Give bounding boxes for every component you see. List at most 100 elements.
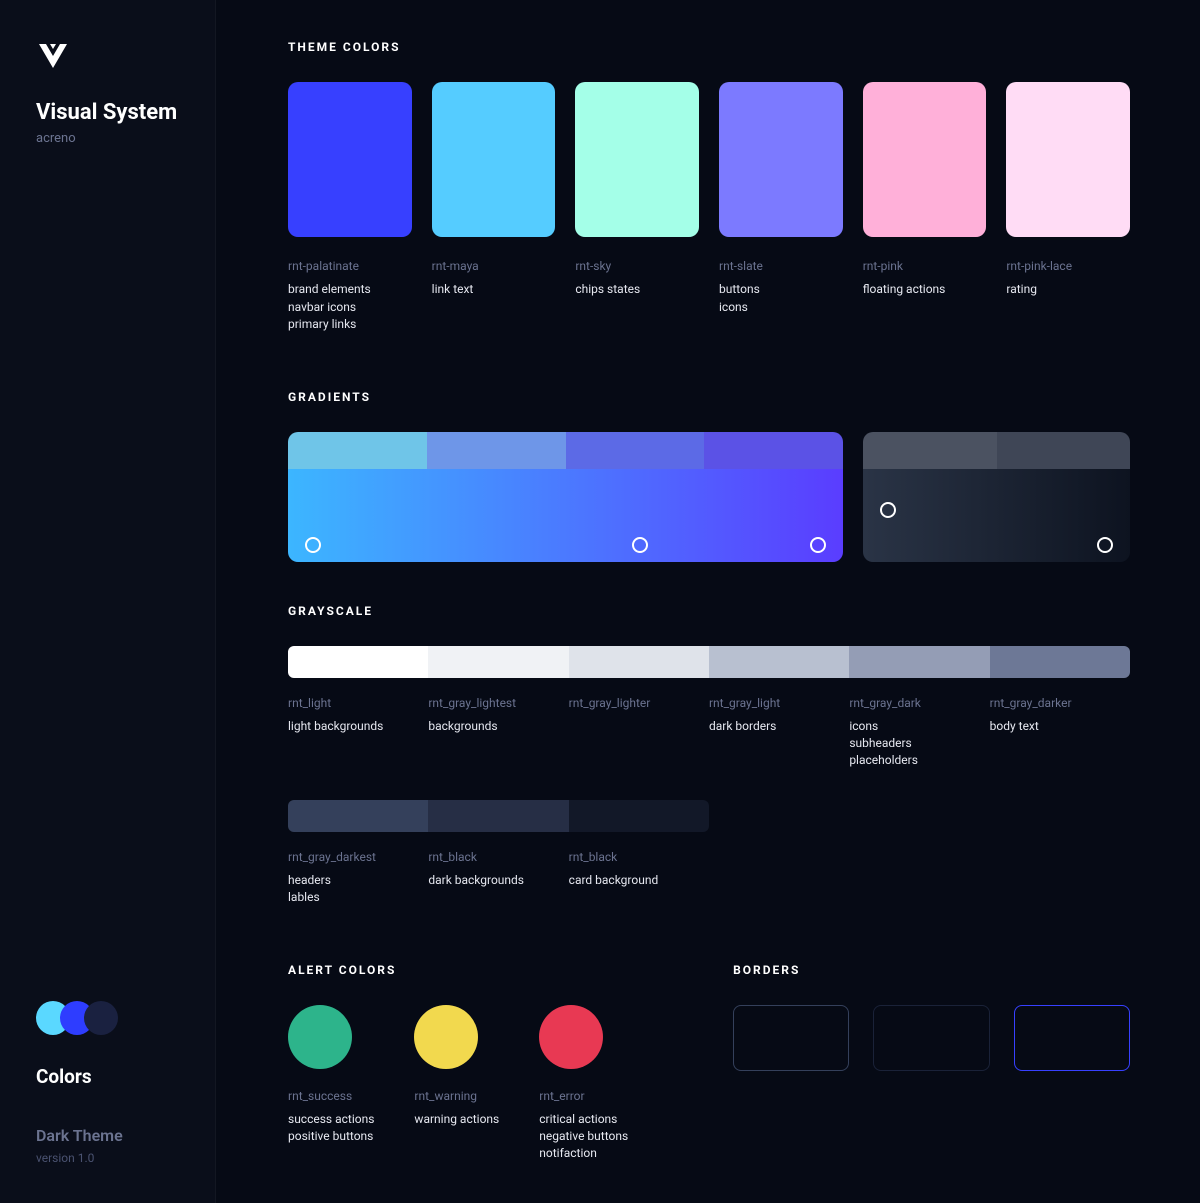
color-name: rnt_black bbox=[428, 850, 558, 864]
gray-label: rnt_black dark backgrounds bbox=[428, 850, 568, 907]
color-card: rnt-slate buttonsicons bbox=[719, 82, 843, 334]
gray-label: rnt_gray_lightest backgrounds bbox=[428, 696, 568, 770]
section-title-gradients: GRADIENTS bbox=[288, 390, 1130, 404]
main-content: THEME COLORS rnt-palatinate brand elemen… bbox=[216, 0, 1200, 1203]
theme-colors-row: rnt-palatinate brand elementsnavbar icon… bbox=[288, 82, 1130, 334]
borders-row bbox=[733, 1005, 1130, 1071]
color-card: rnt-pink floating actions bbox=[863, 82, 987, 334]
color-swatch bbox=[575, 82, 699, 237]
color-usage: dark backgrounds bbox=[428, 872, 558, 889]
color-usage: card background bbox=[569, 872, 699, 889]
alert-swatch bbox=[288, 1005, 352, 1069]
gray-swatch bbox=[288, 800, 428, 832]
color-name: rnt-pink bbox=[863, 259, 987, 273]
color-name: rnt-palatinate bbox=[288, 259, 412, 273]
gray-swatch bbox=[990, 646, 1130, 678]
grayscale-row2 bbox=[288, 800, 709, 832]
color-name: rnt_error bbox=[539, 1089, 628, 1103]
color-usage: link text bbox=[432, 281, 556, 298]
gradient-stop[interactable] bbox=[305, 537, 321, 553]
color-card: rnt-maya link text bbox=[432, 82, 556, 334]
color-usage: buttonsicons bbox=[719, 281, 843, 316]
gray-swatch bbox=[709, 646, 849, 678]
color-name: rnt-sky bbox=[575, 259, 699, 273]
section-title-borders: BORDERS bbox=[733, 963, 1130, 977]
gray-label: rnt_gray_light dark borders bbox=[709, 696, 849, 770]
color-usage: chips states bbox=[575, 281, 699, 298]
gray-label: rnt_gray_dark iconssubheadersplaceholder… bbox=[849, 696, 989, 770]
gray-swatch bbox=[569, 646, 709, 678]
gradient-stop[interactable] bbox=[632, 537, 648, 553]
color-name: rnt_black bbox=[569, 850, 699, 864]
color-name: rnt_gray_lightest bbox=[428, 696, 558, 710]
color-name: rnt_gray_lighter bbox=[569, 696, 699, 710]
color-usage: critical actionsnegative buttonsnotifact… bbox=[539, 1111, 628, 1163]
alert-swatch bbox=[539, 1005, 603, 1069]
color-usage: backgrounds bbox=[428, 718, 558, 735]
color-name: rnt-maya bbox=[432, 259, 556, 273]
gradient-big bbox=[288, 432, 843, 562]
grayscale-row bbox=[288, 646, 1130, 678]
color-usage: iconssubheadersplaceholders bbox=[849, 718, 979, 770]
gray-label: rnt_gray_darker body text bbox=[990, 696, 1130, 770]
grayscale-labels: rnt_light light backgroundsrnt_gray_ligh… bbox=[288, 696, 1130, 770]
color-swatch bbox=[863, 82, 987, 237]
gray-label: rnt_black card background bbox=[569, 850, 709, 907]
sidebar: Visual System acreno Colors Dark Theme v… bbox=[0, 0, 216, 1203]
gradients-row bbox=[288, 432, 1130, 562]
gradient-small bbox=[863, 432, 1130, 562]
color-usage: success actionspositive buttons bbox=[288, 1111, 374, 1146]
gradient-stop[interactable] bbox=[880, 502, 896, 518]
sidebar-title: Visual System bbox=[36, 100, 179, 125]
gray-label: rnt_light light backgrounds bbox=[288, 696, 428, 770]
color-usage: warning actions bbox=[414, 1111, 499, 1128]
sidebar-subtitle: acreno bbox=[36, 131, 179, 146]
color-name: rnt-slate bbox=[719, 259, 843, 273]
alert-colors-row: rnt_success success actionspositive butt… bbox=[288, 1005, 653, 1163]
section-title-theme: THEME COLORS bbox=[288, 40, 1130, 54]
color-swatch bbox=[1006, 82, 1130, 237]
color-usage: floating actions bbox=[863, 281, 987, 298]
gradient-stop[interactable] bbox=[810, 537, 826, 553]
color-name: rnt-pink-lace bbox=[1006, 259, 1130, 273]
gray-swatch bbox=[428, 646, 568, 678]
gray-swatch bbox=[569, 800, 709, 832]
gradient-stop[interactable] bbox=[1097, 537, 1113, 553]
gray-label: rnt_gray_darkest headerslables bbox=[288, 850, 428, 907]
color-name: rnt_gray_darker bbox=[990, 696, 1120, 710]
gray-label: rnt_gray_lighter bbox=[569, 696, 709, 770]
alert-card: rnt_success success actionspositive butt… bbox=[288, 1005, 374, 1163]
section-title-grayscale: GRAYSCALE bbox=[288, 604, 1130, 618]
alert-swatch bbox=[414, 1005, 478, 1069]
color-usage: headerslables bbox=[288, 872, 418, 907]
color-preview-circles bbox=[36, 1001, 179, 1035]
version-label: version 1.0 bbox=[36, 1151, 179, 1165]
grayscale-labels2: rnt_gray_darkest headerslablesrnt_black … bbox=[288, 850, 709, 907]
preview-circle bbox=[84, 1001, 118, 1035]
color-card: rnt-palatinate brand elementsnavbar icon… bbox=[288, 82, 412, 334]
color-usage: body text bbox=[990, 718, 1120, 735]
alert-card: rnt_warning warning actions bbox=[414, 1005, 499, 1163]
color-usage: dark borders bbox=[709, 718, 839, 735]
color-card: rnt-sky chips states bbox=[575, 82, 699, 334]
color-swatch bbox=[288, 82, 412, 237]
color-usage: light backgrounds bbox=[288, 718, 418, 735]
border-sample bbox=[733, 1005, 849, 1071]
color-name: rnt_gray_darkest bbox=[288, 850, 418, 864]
color-name: rnt_warning bbox=[414, 1089, 499, 1103]
border-sample bbox=[873, 1005, 989, 1071]
color-name: rnt_light bbox=[288, 696, 418, 710]
section-title-alerts: ALERT COLORS bbox=[288, 963, 653, 977]
alert-card: rnt_error critical actionsnegative butto… bbox=[539, 1005, 628, 1163]
sidebar-section-title: Colors bbox=[36, 1065, 179, 1088]
color-usage: rating bbox=[1006, 281, 1130, 298]
color-card: rnt-pink-lace rating bbox=[1006, 82, 1130, 334]
color-swatch bbox=[432, 82, 556, 237]
color-name: rnt_gray_light bbox=[709, 696, 839, 710]
color-usage: brand elementsnavbar iconsprimary links bbox=[288, 281, 412, 333]
logo-icon bbox=[36, 38, 179, 76]
color-name: rnt_gray_dark bbox=[849, 696, 979, 710]
gray-swatch bbox=[428, 800, 568, 832]
gray-swatch bbox=[288, 646, 428, 678]
color-name: rnt_success bbox=[288, 1089, 374, 1103]
